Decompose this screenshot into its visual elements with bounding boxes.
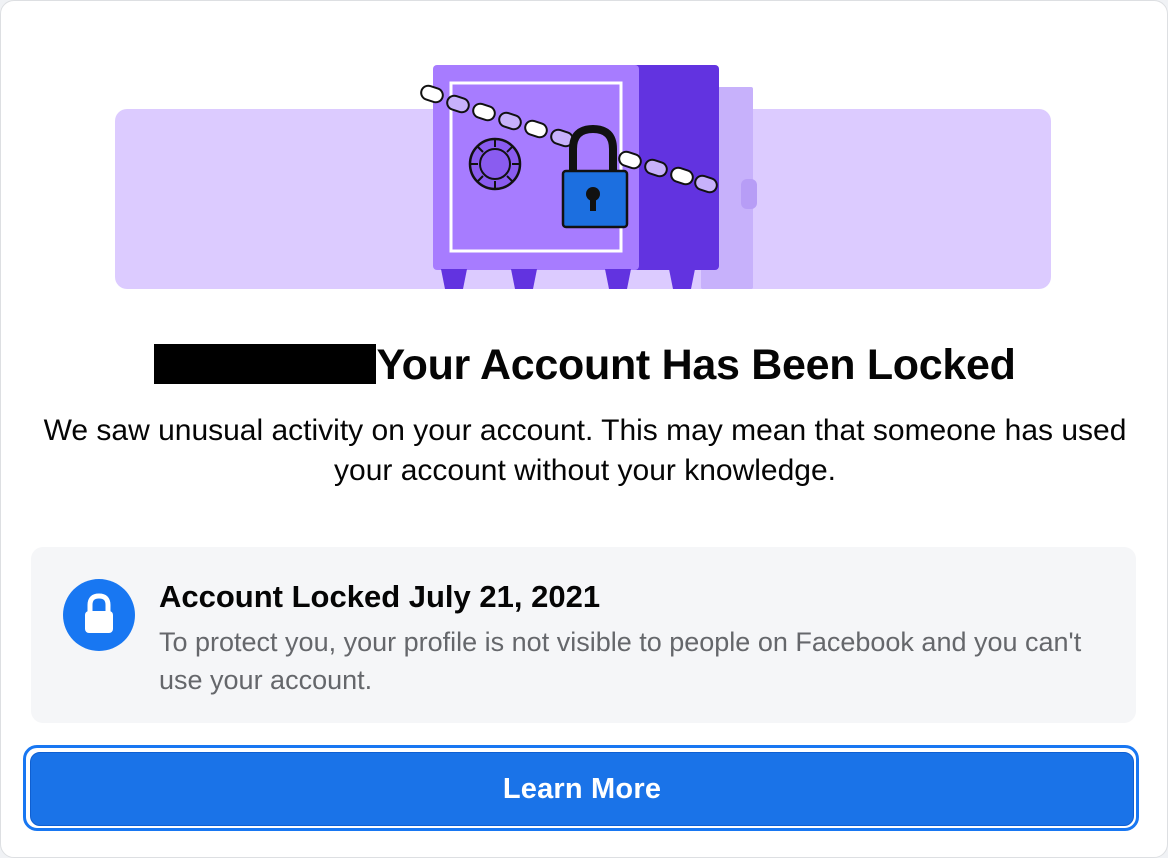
safe-front [433,65,639,270]
page-title: Your Account Has Been Locked [376,341,1016,389]
notice-text: To protect you, your profile is not visi… [159,627,1082,695]
locked-safe-illustration [115,65,1051,289]
safe-dial-icon [468,137,522,191]
redacted-name-block [154,343,377,384]
account-locked-dialog: Your Account Has Been Locked We saw unus… [0,0,1168,858]
headline-row: Your Account Has Been Locked [1,341,1167,401]
description-text: We saw unusual activity on your account.… [43,414,1127,487]
notice-title: Account Locked July 21, 2021 [159,579,601,614]
learn-more-button[interactable]: Learn More [30,752,1134,826]
lock-icon [63,579,135,651]
account-locked-notice: Account Locked July 21, 2021 To protect … [31,547,1136,723]
